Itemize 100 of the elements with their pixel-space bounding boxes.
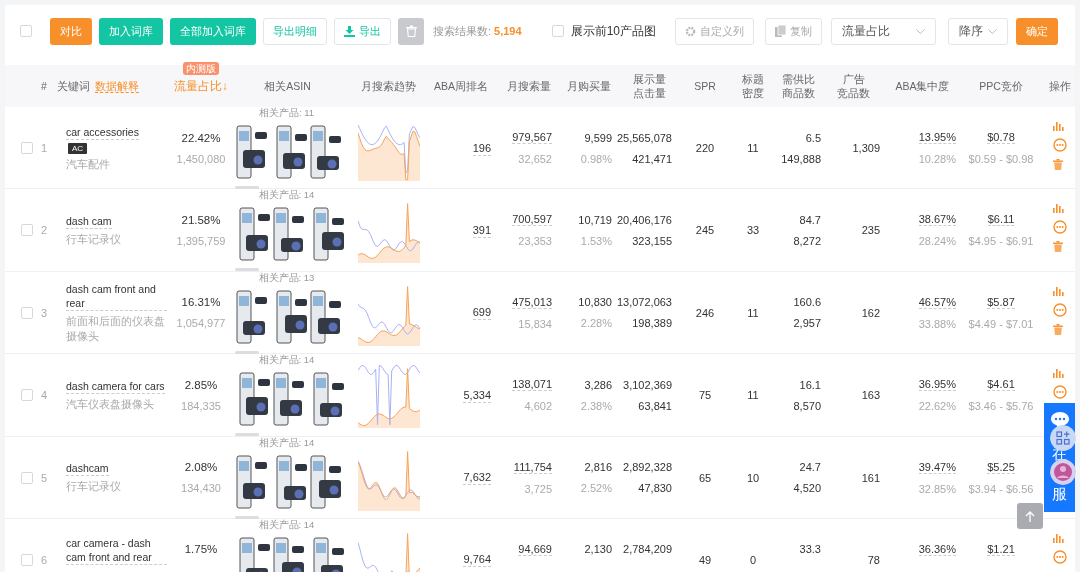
chevron-down-icon (916, 28, 925, 34)
aba-concentration[interactable]: 38.67% (918, 213, 956, 227)
monthly-searches[interactable]: 979,567 (512, 131, 552, 144)
product-count: 2,957 (793, 317, 821, 330)
keyword-link[interactable]: dash camera for cars (66, 378, 165, 394)
ppc-bid[interactable]: $6.11 (987, 213, 1015, 227)
row-checkbox[interactable] (21, 389, 33, 402)
column-header[interactable]: 操作 (1049, 79, 1071, 93)
aba-concentration[interactable]: 36.95% (918, 378, 956, 392)
row-checkbox[interactable] (21, 471, 33, 484)
trash-icon[interactable] (1053, 159, 1063, 170)
keyword-translation: 前面和后面的仪表盘摄像头 (66, 313, 166, 344)
aba-concentration[interactable]: 39.47% (918, 460, 956, 474)
row-checkbox[interactable] (21, 306, 33, 319)
trash-icon[interactable] (1053, 323, 1063, 335)
trash-icon[interactable] (1053, 241, 1063, 253)
traffic-share: 16.31% (181, 296, 221, 309)
aba-rank[interactable]: 391 (472, 222, 491, 238)
scrollbar-thumb[interactable] (235, 350, 259, 354)
aba-concentration[interactable]: 36.36% (918, 542, 956, 556)
aba-concentration[interactable]: 13.95% (918, 131, 956, 144)
column-header[interactable]: 展示量 点击量 (632, 72, 666, 100)
bar-chart-icon[interactable] (1053, 532, 1064, 543)
bar-chart-icon[interactable] (1053, 121, 1064, 131)
aba-rank[interactable]: 5,334 (463, 387, 491, 403)
column-header[interactable]: 月购买量 (567, 79, 611, 93)
select-all-checkbox[interactable] (20, 25, 32, 37)
more-icon[interactable] (1053, 549, 1067, 564)
aba-rank[interactable]: 7,632 (463, 470, 491, 486)
beta-badge: 内测版 (183, 62, 219, 75)
column-header[interactable]: ABA集中度 (895, 79, 950, 93)
row-checkbox[interactable] (21, 142, 33, 154)
keyword-link[interactable]: car accessories (66, 124, 139, 140)
column-header[interactable]: 月搜索量 (507, 79, 551, 93)
more-icon[interactable] (1053, 385, 1067, 400)
column-header[interactable]: 月搜索趋势 (361, 79, 416, 93)
column-header[interactable]: 关键词 (57, 79, 90, 93)
clicks: 323,155 (632, 234, 672, 247)
monthly-searches[interactable]: 94,669 (518, 542, 552, 556)
column-header[interactable]: ABA周排名 (434, 79, 488, 93)
aba-concentration[interactable]: 46.57% (918, 295, 956, 309)
more-icon[interactable] (1053, 220, 1067, 235)
scrollbar-thumb[interactable] (235, 433, 259, 437)
monthly-searches[interactable]: 138,071 (512, 378, 552, 392)
column-header[interactable]: SPR (694, 79, 716, 93)
column-header[interactable]: PPC竞价 (979, 79, 1023, 93)
show-images-checkbox[interactable] (551, 25, 564, 37)
row-checkbox[interactable] (21, 553, 33, 566)
keyword-link[interactable]: dash cam front and rear (66, 281, 167, 311)
scrollbar-thumb[interactable] (235, 186, 259, 189)
aba-concentration-sub: 33.88% (918, 317, 956, 330)
keyword-translation: 行车记录仪 (66, 231, 121, 247)
column-header[interactable]: 相关ASIN (264, 79, 311, 93)
scrollbar-thumb[interactable] (235, 268, 259, 272)
sort-order-select[interactable]: 降序 (948, 17, 1008, 45)
bar-chart-icon[interactable] (1053, 368, 1064, 379)
monthly-searches[interactable]: 111,754 (513, 460, 552, 474)
column-header[interactable]: 广告 竞品数 (837, 72, 870, 100)
monthly-purchases: 2,816 (584, 461, 612, 474)
ppc-bid[interactable]: $0.78 (987, 131, 1015, 144)
column-header[interactable]: # (41, 79, 47, 93)
more-icon[interactable] (1053, 138, 1067, 152)
ppc-bid[interactable]: $5.87 (987, 295, 1015, 309)
monthly-searches[interactable]: 700,597 (512, 213, 552, 227)
copy-icon (775, 25, 786, 37)
spr-value: 49 (698, 553, 712, 566)
chat-bubble-icon (1051, 412, 1069, 428)
avatar-icon[interactable] (1050, 459, 1076, 485)
back-to-top-button[interactable] (1017, 503, 1043, 529)
product-count: 4,520 (793, 482, 821, 495)
monthly-purchases: 10,830 (578, 296, 612, 309)
sort-field-select[interactable]: 流量占比 (831, 17, 936, 45)
aba-rank[interactable]: 9,764 (463, 552, 491, 568)
ppc-bid[interactable]: $4.61 (987, 378, 1015, 392)
column-header[interactable]: 需供比 商品数 (781, 72, 815, 100)
row-checkbox[interactable] (21, 224, 33, 237)
gear-icon (685, 25, 696, 37)
bar-chart-icon[interactable] (1053, 203, 1064, 214)
traffic-share: 2.08% (184, 461, 218, 474)
clicks: 421,471 (632, 152, 672, 165)
download-icon (344, 25, 355, 37)
ppc-range: $3.46 - $5.76 (968, 400, 1034, 413)
ppc-bid[interactable]: $1.21 (987, 542, 1015, 556)
ppc-bid[interactable]: $5.25 (987, 460, 1015, 474)
monthly-searches[interactable]: 475,013 (512, 295, 552, 309)
impressions: 13,072,063 (616, 296, 672, 309)
trash-icon (405, 25, 417, 37)
keyword-link[interactable]: car camera - dash cam front and rear (66, 536, 167, 566)
bar-chart-icon[interactable] (1053, 285, 1064, 296)
column-header[interactable]: 标题 密度 (742, 72, 764, 100)
monthly-searches-sub: 15,834 (518, 317, 552, 330)
traffic-count: 1,054,977 (176, 317, 226, 330)
apps-icon[interactable] (1050, 425, 1076, 451)
keyword-link[interactable]: dashcam (66, 461, 109, 477)
aba-rank[interactable]: 699 (472, 305, 491, 321)
scrollbar-thumb[interactable] (235, 515, 259, 519)
aba-concentration-sub: 22.62% (918, 400, 956, 413)
aba-rank[interactable]: 196 (472, 140, 491, 156)
more-icon[interactable] (1053, 302, 1067, 317)
keyword-link[interactable]: dash cam (66, 213, 112, 229)
